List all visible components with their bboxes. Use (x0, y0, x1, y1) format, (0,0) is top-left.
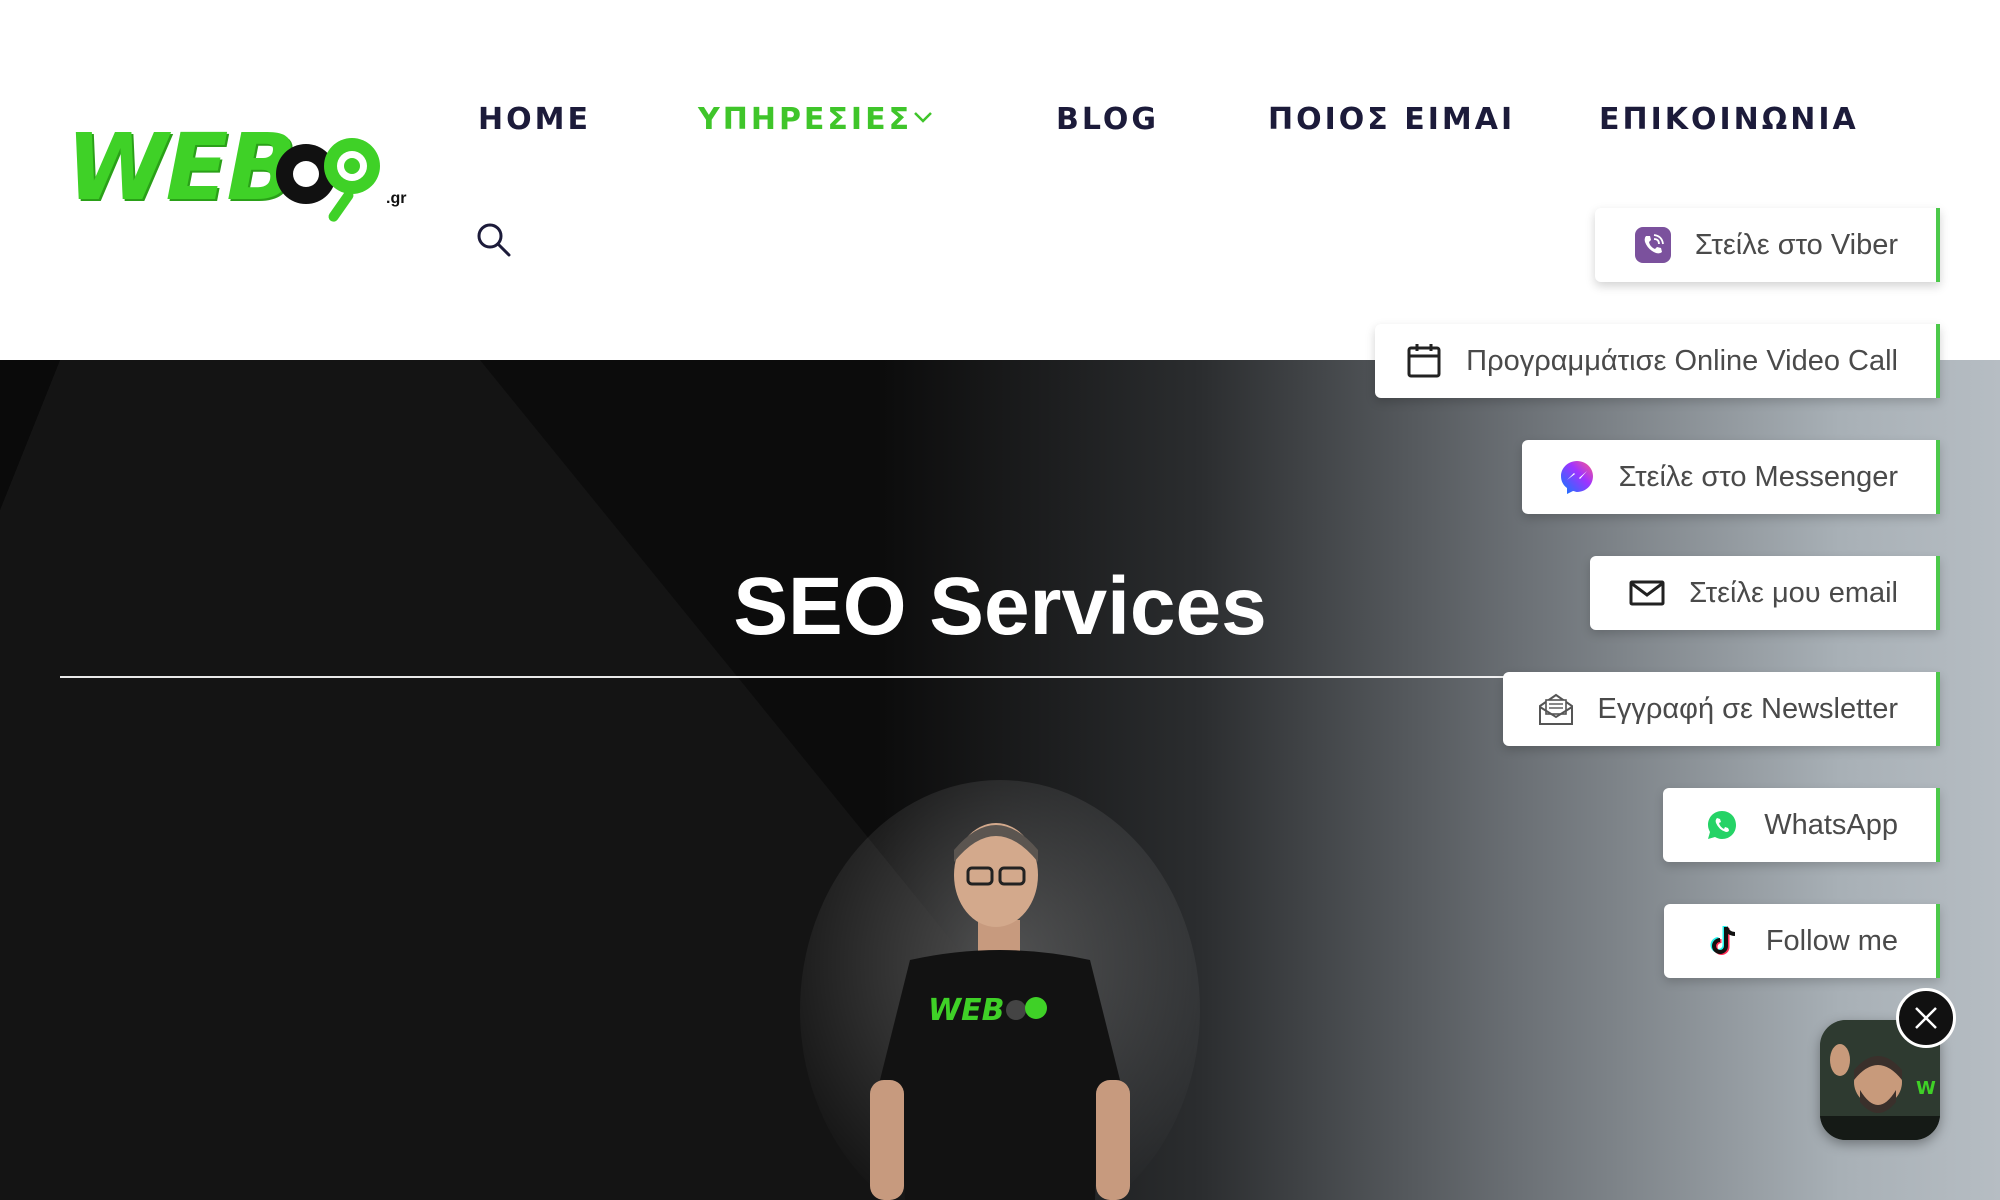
close-icon (1915, 1007, 1937, 1029)
video-call-label: Προγραμμάτισε Online Video Call (1466, 344, 1898, 377)
close-contact-menu-button[interactable] (1896, 988, 1956, 1048)
messenger-icon (1557, 457, 1597, 497)
person-photo: WEB (800, 780, 1200, 1200)
nav-blog[interactable]: BLOG (1056, 100, 1159, 140)
calendar-icon (1404, 341, 1444, 381)
nav-services[interactable]: ΥΠΗΡΕΣΙΕΣ (698, 100, 912, 140)
site-header: WEB .gr HOME ΥΠΗΡΕΣΙΕΣ BLOG ΠΟΙΟΣ ΕΙΜΑΙ … (0, 0, 2000, 360)
newsletter-label: Εγγραφή σε Newsletter (1597, 692, 1898, 725)
tiktok-label: Follow me (1765, 924, 1898, 957)
tiktok-button[interactable]: Follow me (1664, 904, 1940, 978)
whatsapp-icon (1702, 805, 1742, 845)
nav-about[interactable]: ΠΟΙΟΣ ΕΙΜΑΙ (1268, 100, 1515, 140)
logo-magnifier-icon (276, 138, 380, 222)
whatsapp-label: WhatsApp (1764, 808, 1898, 841)
video-call-button[interactable]: Προγραμμάτισε Online Video Call (1375, 324, 1940, 398)
viber-button[interactable]: Στείλε στο Viber (1595, 208, 1940, 282)
site-logo[interactable]: WEB .gr (66, 118, 416, 233)
email-button[interactable]: Στείλε μου email (1590, 556, 1940, 630)
shirt-logo-text: WEB (928, 993, 1004, 1028)
nav-contact[interactable]: ΕΠΙΚΟΙΝΩΝΙΑ (1599, 100, 1859, 140)
nav-home[interactable]: HOME (478, 100, 591, 140)
viber-icon (1633, 225, 1673, 265)
messenger-button[interactable]: Στείλε στο Messenger (1522, 440, 1940, 514)
chevron-down-icon[interactable] (912, 110, 934, 124)
email-icon (1627, 573, 1667, 613)
svg-text:W: W (1916, 1078, 1936, 1099)
newsletter-icon (1536, 689, 1576, 729)
logo-text: WEB (66, 114, 296, 221)
search-icon[interactable] (474, 220, 514, 260)
messenger-label: Στείλε στο Messenger (1618, 460, 1898, 493)
logo-tld: .gr (386, 190, 407, 207)
newsletter-button[interactable]: Εγγραφή σε Newsletter (1503, 672, 1940, 746)
tiktok-icon (1704, 921, 1744, 961)
viber-label: Στείλε στο Viber (1694, 228, 1898, 261)
whatsapp-button[interactable]: WhatsApp (1663, 788, 1940, 862)
email-label: Στείλε μου email (1689, 576, 1898, 609)
